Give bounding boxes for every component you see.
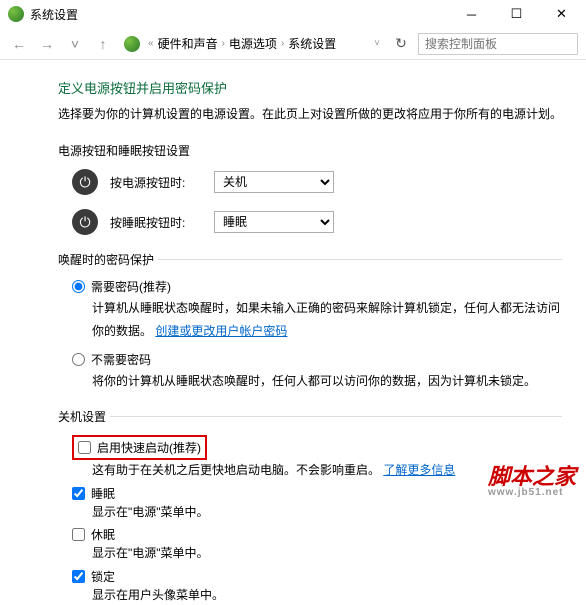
breadcrumb-sep: › [281,38,284,49]
up-arrow-button[interactable]: ↑ [92,33,114,55]
back-button[interactable]: ← [8,33,30,55]
refresh-button[interactable]: ↻ [390,35,412,52]
check-lock-input[interactable] [72,570,85,583]
content-area: 定义电源按钮并启用密码保护 选择要为你的计算机设置的电源设置。在此页上对设置所做… [0,60,586,605]
check-desc: 显示在"电源"菜单中。 [92,502,562,522]
check-desc: 这有助于在关机之后更快地启动电脑。不会影响重启。 [92,463,380,477]
breadcrumb-sep: « [148,38,154,49]
close-button[interactable]: ✕ [539,0,584,28]
check-hibernate: 休眠 显示在"电源"菜单中。 [72,526,562,563]
nav-bar: ← → ˅ ↑ « 硬件和声音 › 电源选项 › 系统设置 ˅ ↻ [0,28,586,60]
breadcrumb-item[interactable]: 硬件和声音 [158,35,218,52]
create-password-link[interactable]: 创建或更改用户帐户密码 [155,324,287,338]
check-label: 休眠 [91,526,115,543]
learn-more-link[interactable]: 了解更多信息 [383,463,455,477]
power-icon [72,169,98,195]
breadcrumb[interactable]: « 硬件和声音 › 电源选项 › 系统设置 ˅ [120,35,384,52]
title-bar: 系统设置 ─ ☐ ✕ [0,0,586,28]
maximize-button[interactable]: ☐ [494,0,539,28]
breadcrumb-item[interactable]: 系统设置 [288,35,336,52]
check-lock: 锁定 显示在用户头像菜单中。 [72,568,562,605]
check-label: 启用快速启动(推荐) [97,439,201,456]
breadcrumb-item[interactable]: 电源选项 [229,35,277,52]
radio-require-password: 需要密码(推荐) 计算机从睡眠状态唤醒时，如果未输入正确的密码来解除计算机锁定，… [72,278,562,343]
check-fast-startup-input[interactable] [78,441,91,454]
radio-no-password-input[interactable] [72,353,85,366]
section-wake-label: 唤醒时的密码保护 [58,251,154,268]
sleep-button-label: 按睡眠按钮时: [110,214,202,231]
highlight-box: 启用快速启动(推荐) [72,435,207,460]
sleep-button-row: 按睡眠按钮时: 睡眠 [72,209,562,235]
minimize-button[interactable]: ─ [449,0,494,28]
check-desc: 显示在用户头像菜单中。 [92,585,562,605]
page-heading: 定义电源按钮并启用密码保护 [58,78,562,97]
radio-label: 需要密码(推荐) [91,278,171,295]
sleep-button-select[interactable]: 睡眠 [214,211,334,233]
page-subheading: 选择要为你的计算机设置的电源设置。在此页上对设置所做的更改将应用于你所有的电源计… [58,105,562,122]
watermark: 脚本之家 www.jb51.net [488,466,576,498]
sleep-icon [72,209,98,235]
check-hibernate-input[interactable] [72,528,85,541]
power-button-row: 按电源按钮时: 关机 [72,169,562,195]
check-label: 睡眠 [91,485,115,502]
control-panel-icon [124,36,140,52]
radio-require-password-input[interactable] [72,280,85,293]
check-label: 锁定 [91,568,115,585]
radio-no-password: 不需要密码 将你的计算机从睡眠状态唤醒时，任何人都可以访问你的数据，因为计算机未… [72,351,562,393]
radio-label: 不需要密码 [91,351,151,368]
up-button[interactable]: ˅ [64,33,86,55]
section-buttons-label: 电源按钮和睡眠按钮设置 [58,142,562,159]
breadcrumb-dropdown-icon[interactable]: ˅ [374,38,380,49]
power-button-label: 按电源按钮时: [110,174,202,191]
app-icon [8,6,24,22]
section-shutdown-label: 关机设置 [58,408,106,425]
forward-button[interactable]: → [36,33,58,55]
check-sleep-input[interactable] [72,487,85,500]
radio-desc: 将你的计算机从睡眠状态唤醒时，任何人都可以访问你的数据，因为计算机未锁定。 [92,370,562,393]
breadcrumb-sep: › [222,38,225,49]
search-input[interactable] [418,33,578,55]
check-desc: 显示在"电源"菜单中。 [92,543,562,563]
power-button-select[interactable]: 关机 [214,171,334,193]
window-title: 系统设置 [30,6,78,23]
